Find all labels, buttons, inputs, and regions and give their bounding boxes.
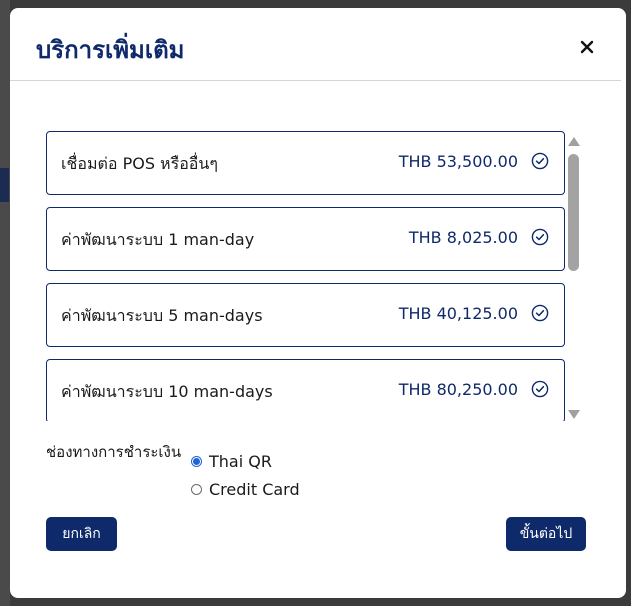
- radio-button-credit-card[interactable]: [191, 484, 202, 495]
- service-item-5-mandays[interactable]: ค่าพัฒนาระบบ 5 man-days THB 40,125.00: [46, 283, 565, 347]
- close-button[interactable]: [576, 36, 598, 58]
- check-circle-icon: [531, 380, 549, 398]
- service-item-pos[interactable]: เชื่อมต่อ POS หรืออื่นๆ THB 53,500.00: [46, 131, 565, 195]
- next-step-button[interactable]: ขั้นต่อไป: [506, 517, 586, 551]
- check-circle-icon: [531, 152, 549, 170]
- header-divider: [10, 80, 621, 81]
- additional-services-modal: บริการเพิ่มเติม เชื่อมต่อ POS หรืออื่นๆ …: [10, 8, 626, 598]
- close-icon: [580, 40, 594, 54]
- payment-option-label: Credit Card: [209, 480, 300, 499]
- service-item-price: THB 53,500.00: [398, 152, 518, 171]
- payment-option-label: Thai QR: [209, 452, 272, 471]
- service-item-1-manday[interactable]: ค่าพัฒนาระบบ 1 man-day THB 8,025.00: [46, 207, 565, 271]
- service-item-price: THB 40,125.00: [398, 304, 518, 323]
- service-item-name: เชื่อมต่อ POS หรืออื่นๆ: [61, 154, 218, 173]
- check-circle-icon: [531, 304, 549, 322]
- scroll-down-arrow-icon[interactable]: [568, 410, 580, 419]
- service-item-name: ค่าพัฒนาระบบ 10 man-days: [61, 382, 273, 401]
- payment-option-thai-qr[interactable]: Thai QR: [191, 452, 272, 471]
- payment-method-label: ช่องทางการชำระเงิน: [46, 443, 182, 461]
- service-item-price: THB 8,025.00: [408, 228, 518, 247]
- scroll-up-arrow-icon[interactable]: [568, 137, 580, 146]
- service-list: เชื่อมต่อ POS หรืออื่นๆ THB 53,500.00 ค่…: [46, 131, 586, 421]
- service-list-scrollbar[interactable]: [566, 135, 582, 419]
- service-item-10-mandays[interactable]: ค่าพัฒนาระบบ 10 man-days THB 80,250.00: [46, 359, 565, 421]
- payment-option-credit-card[interactable]: Credit Card: [191, 480, 300, 499]
- service-item-name: ค่าพัฒนาระบบ 5 man-days: [61, 306, 263, 325]
- background-page: [0, 0, 10, 606]
- check-circle-icon: [531, 228, 549, 246]
- scroll-thumb[interactable]: [568, 154, 579, 271]
- background-nav-block: [0, 168, 9, 202]
- service-item-name: ค่าพัฒนาระบบ 1 man-day: [61, 230, 255, 249]
- modal-header: บริการเพิ่มเติม: [10, 8, 626, 80]
- radio-button-thai-qr[interactable]: [191, 456, 202, 467]
- modal-title: บริการเพิ่มเติม: [36, 36, 185, 64]
- service-item-price: THB 80,250.00: [398, 380, 518, 399]
- cancel-button[interactable]: ยกเลิก: [46, 517, 117, 551]
